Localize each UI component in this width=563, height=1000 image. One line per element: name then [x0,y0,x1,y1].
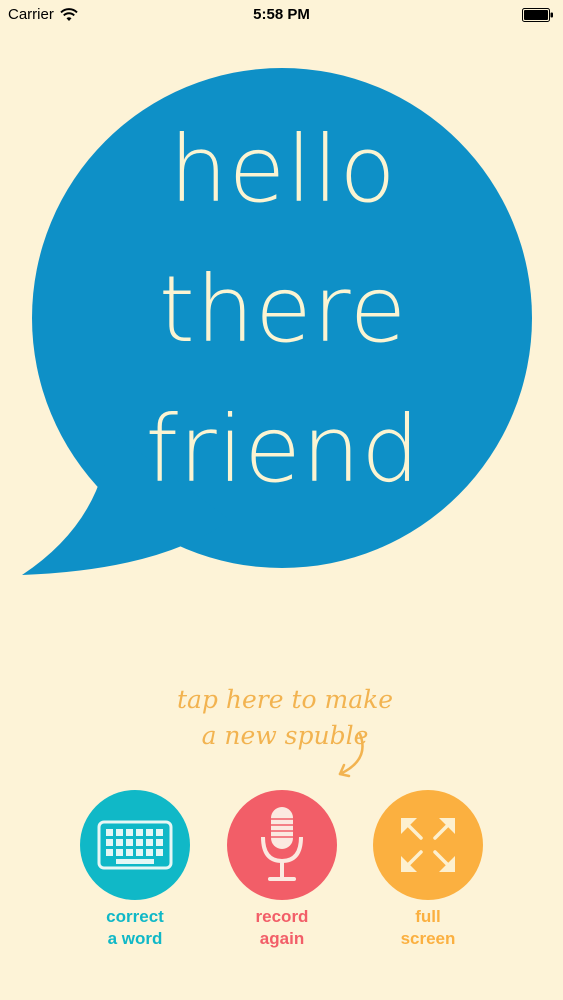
microphone-icon [261,807,303,881]
correct-word-label: correct a word [80,906,190,950]
curved-arrow-icon [338,732,364,778]
record-again-label-line-2: again [259,929,305,948]
record-again-label-line-1: record [255,907,309,926]
fullscreen-icon [401,818,455,872]
correct-word-label-line-1: correct [106,907,164,926]
full-screen-label: full screen [373,906,483,950]
record-again-button[interactable]: record again [227,790,337,950]
correct-word-button[interactable]: correct a word [80,790,190,950]
record-again-circle[interactable] [227,790,337,900]
new-spuble-hint: tap here to make a new spuble [160,682,410,754]
correct-word-circle[interactable] [80,790,190,900]
record-again-label: record again [227,906,337,950]
spuble-text: hello there friend [73,100,493,520]
full-screen-label-line-1: full [415,907,441,926]
hint-line-2: a new spuble [201,721,369,750]
full-screen-button[interactable]: full screen [373,790,483,950]
spuble-line-3: friend [145,396,421,503]
full-screen-circle[interactable] [373,790,483,900]
full-screen-label-line-2: screen [400,929,456,948]
spuble-line-2: there [158,256,408,363]
keyboard-icon [97,820,173,870]
hint-line-1: tap here to make [176,685,394,714]
spuble-line-1: hello [169,116,397,223]
correct-word-label-line-2: a word [107,929,163,948]
